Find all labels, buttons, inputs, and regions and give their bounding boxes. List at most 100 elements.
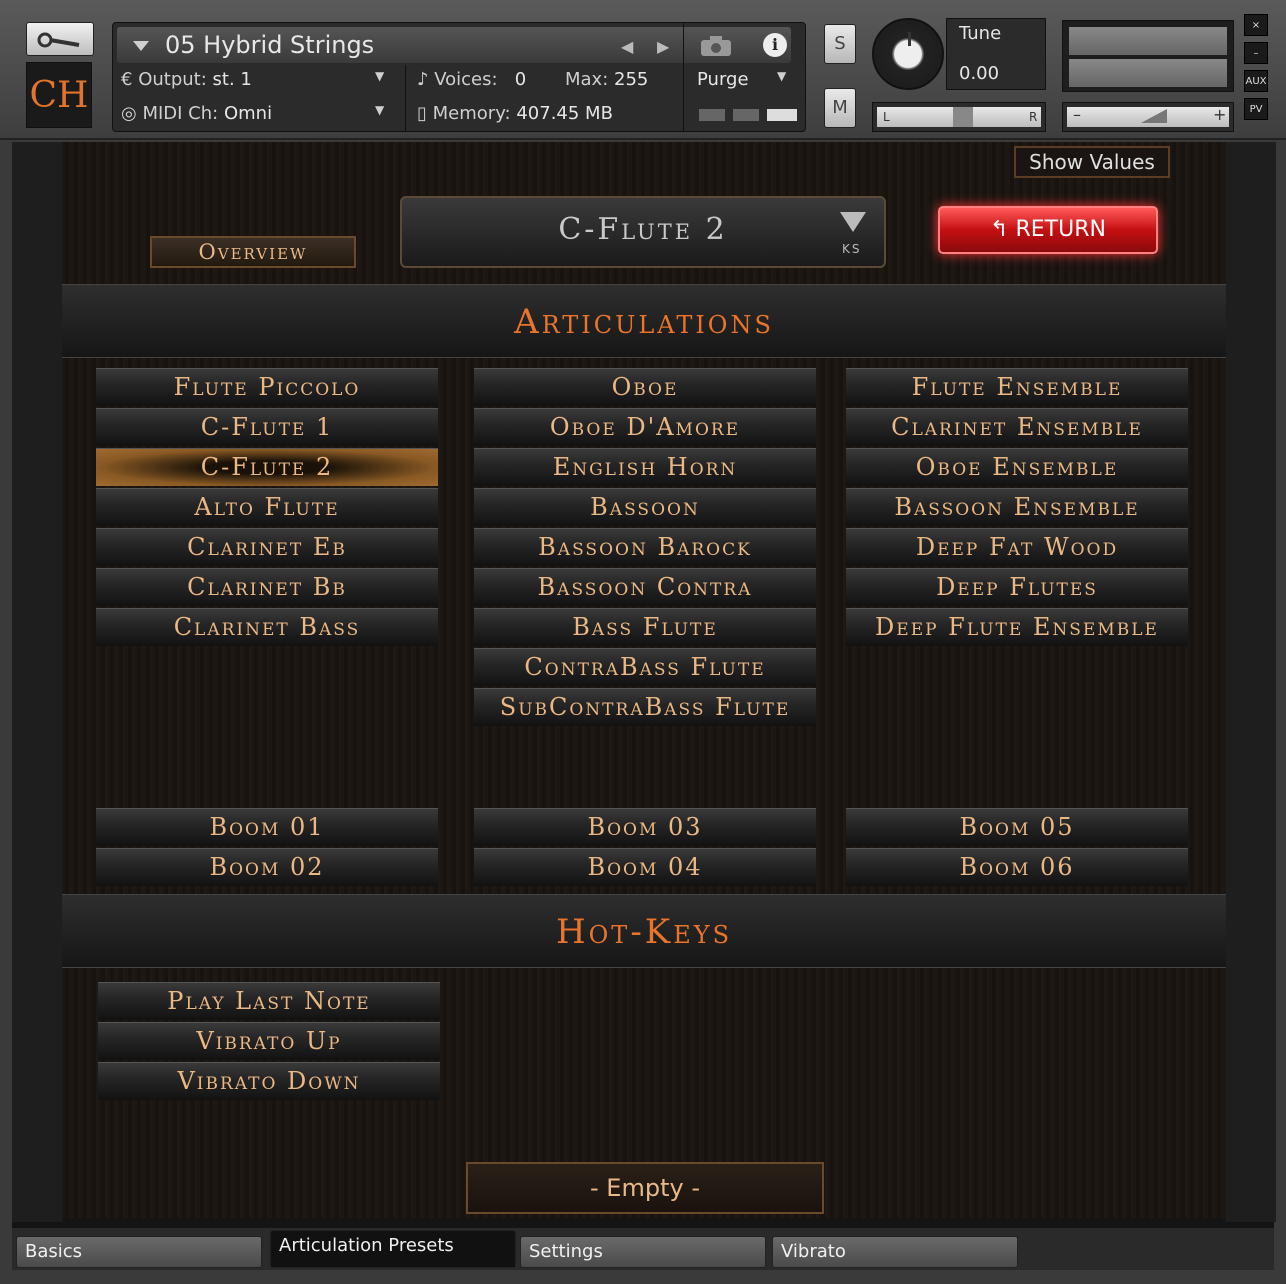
close-icon[interactable]: × xyxy=(1244,14,1268,36)
articulation-button[interactable]: Oboe D'Amore xyxy=(474,408,816,446)
tab-articulation-presets[interactable]: Articulation Presets xyxy=(270,1230,516,1268)
purge-indicator xyxy=(733,109,759,121)
boom-button[interactable]: Boom 04 xyxy=(474,848,816,886)
max-label: Max: xyxy=(565,69,609,90)
hotkey-button[interactable]: Vibrato Down xyxy=(98,1062,440,1100)
purge-menu[interactable]: Purge xyxy=(697,69,749,90)
volume-slider-track[interactable]: – + xyxy=(1067,105,1229,127)
articulation-button[interactable]: Bass Flute xyxy=(474,608,816,646)
boom-button[interactable]: Boom 01 xyxy=(96,808,438,846)
articulations-title: Articulations xyxy=(514,302,774,342)
articulation-button[interactable]: Oboe xyxy=(474,368,816,406)
midi-icon: ◎ xyxy=(121,103,137,124)
right-rail xyxy=(1226,142,1276,1222)
articulation-button[interactable]: Deep Flute Ensemble xyxy=(846,608,1188,646)
solo-button[interactable]: S xyxy=(824,24,856,64)
minimize-icon[interactable]: – xyxy=(1244,42,1268,64)
articulation-button[interactable]: Clarinet Bass xyxy=(96,608,438,646)
output-field[interactable]: € Output: st. 1 xyxy=(121,69,252,90)
voices-icon: ♪ xyxy=(417,69,429,90)
level-meter-right xyxy=(1069,59,1227,87)
chevron-down-icon[interactable]: ▼ xyxy=(777,69,786,83)
chevron-down-icon[interactable]: ▼ xyxy=(375,103,384,117)
pan-slider-track[interactable]: L R xyxy=(877,107,1041,127)
show-values-button[interactable]: Show Values xyxy=(1014,146,1170,178)
dropdown-triangle-icon[interactable] xyxy=(840,212,866,232)
articulation-button[interactable]: C-Flute 1 xyxy=(96,408,438,446)
articulations-header: Articulations xyxy=(62,284,1226,358)
boom-button[interactable]: Boom 06 xyxy=(846,848,1188,886)
tab-vibrato[interactable]: Vibrato xyxy=(772,1236,1018,1268)
articulation-button[interactable]: Deep Flutes xyxy=(846,568,1188,606)
instrument-name: 05 Hybrid Strings xyxy=(165,31,375,59)
hotkeys-title: Hot-Keys xyxy=(555,912,733,952)
output-label: Output: xyxy=(138,69,207,90)
info-icon[interactable]: i xyxy=(763,33,787,57)
pan-slider[interactable]: L R xyxy=(872,102,1046,132)
divider xyxy=(405,65,406,131)
tab-basics[interactable]: Basics xyxy=(16,1236,262,1268)
articulation-button[interactable]: Clarinet Ensemble xyxy=(846,408,1188,446)
purge-indicator xyxy=(699,109,725,121)
return-button[interactable]: ↰ RETURN xyxy=(938,206,1158,254)
pv-button[interactable]: PV xyxy=(1244,98,1268,120)
instrument-name-bar[interactable]: 05 Hybrid Strings ◀ ▶ i xyxy=(117,27,791,63)
articulation-button[interactable]: ContraBass Flute xyxy=(474,648,816,686)
pan-right-label: R xyxy=(1029,110,1038,124)
max-value: 255 xyxy=(614,69,649,90)
articulation-button[interactable]: Oboe Ensemble xyxy=(846,448,1188,486)
aux-button[interactable]: AUX xyxy=(1244,70,1268,92)
overview-button[interactable]: Overview xyxy=(150,236,356,268)
ks-label: KS xyxy=(842,242,862,256)
boom-button[interactable]: Boom 02 xyxy=(96,848,438,886)
pan-slider-handle[interactable] xyxy=(953,107,973,127)
instrument-info-panel: 05 Hybrid Strings ◀ ▶ i € Output: st. 1 … xyxy=(112,22,806,132)
boom-button[interactable]: Boom 03 xyxy=(474,808,816,846)
chevron-down-icon[interactable]: ▼ xyxy=(375,69,384,83)
voices-label: Voices: xyxy=(434,69,498,90)
return-arrow-icon: ↰ xyxy=(990,217,1009,242)
logo-text: CH xyxy=(29,74,89,116)
hotkey-button[interactable]: Play Last Note xyxy=(98,982,440,1020)
midi-channel-field[interactable]: ◎ MIDI Ch: Omni xyxy=(121,103,272,124)
volume-slider[interactable]: – + xyxy=(1062,102,1234,132)
articulation-button[interactable]: English Horn xyxy=(474,448,816,486)
articulation-button[interactable]: Deep Fat Wood xyxy=(846,528,1188,566)
midi-value: Omni xyxy=(223,103,273,124)
articulation-button[interactable]: C-Flute 2 xyxy=(96,448,438,486)
tune-knob[interactable] xyxy=(872,18,944,90)
midi-label: MIDI Ch: xyxy=(142,103,219,124)
memory-field: ▯ Memory: 407.45 MB xyxy=(417,103,613,124)
next-arrow-icon[interactable]: ▶ xyxy=(657,37,669,56)
chevron-down-icon[interactable] xyxy=(133,41,149,51)
articulation-button[interactable]: Flute Piccolo xyxy=(96,368,438,406)
articulation-button[interactable]: Bassoon Barock xyxy=(474,528,816,566)
voices-value: 0 xyxy=(514,69,527,90)
output-value: st. 1 xyxy=(212,69,252,90)
memory-icon: ▯ xyxy=(417,103,427,124)
left-rail xyxy=(12,142,62,1222)
articulation-button[interactable]: SubContraBass Flute xyxy=(474,688,816,726)
articulation-button[interactable]: Alto Flute xyxy=(96,488,438,526)
tab-settings[interactable]: Settings xyxy=(520,1236,766,1268)
volume-minus-label: – xyxy=(1073,105,1081,124)
preset-selector[interactable]: C-Flute 2 KS xyxy=(400,196,886,268)
articulation-button[interactable]: Bassoon Contra xyxy=(474,568,816,606)
articulation-button[interactable]: Bassoon xyxy=(474,488,816,526)
articulation-button[interactable]: Flute Ensemble xyxy=(846,368,1188,406)
camera-icon[interactable] xyxy=(699,35,733,57)
mute-button[interactable]: M xyxy=(824,88,856,128)
prev-arrow-icon[interactable]: ◀ xyxy=(621,37,633,56)
wrench-icon[interactable] xyxy=(26,22,94,56)
hotkey-button[interactable]: Vibrato Up xyxy=(98,1022,440,1060)
articulation-button[interactable]: Clarinet Bb xyxy=(96,568,438,606)
wrench-icon-graphic xyxy=(37,32,80,48)
boom-button[interactable]: Boom 05 xyxy=(846,808,1188,846)
hotkeys-header: Hot-Keys xyxy=(62,894,1226,968)
articulation-button[interactable]: Clarinet Eb xyxy=(96,528,438,566)
empty-slot-button[interactable]: - Empty - xyxy=(466,1162,824,1214)
level-meter-left xyxy=(1069,27,1227,55)
articulation-button[interactable]: Bassoon Ensemble xyxy=(846,488,1188,526)
max-voices-field[interactable]: Max: 255 xyxy=(565,69,648,90)
tune-value[interactable]: 0.00 xyxy=(959,63,999,84)
